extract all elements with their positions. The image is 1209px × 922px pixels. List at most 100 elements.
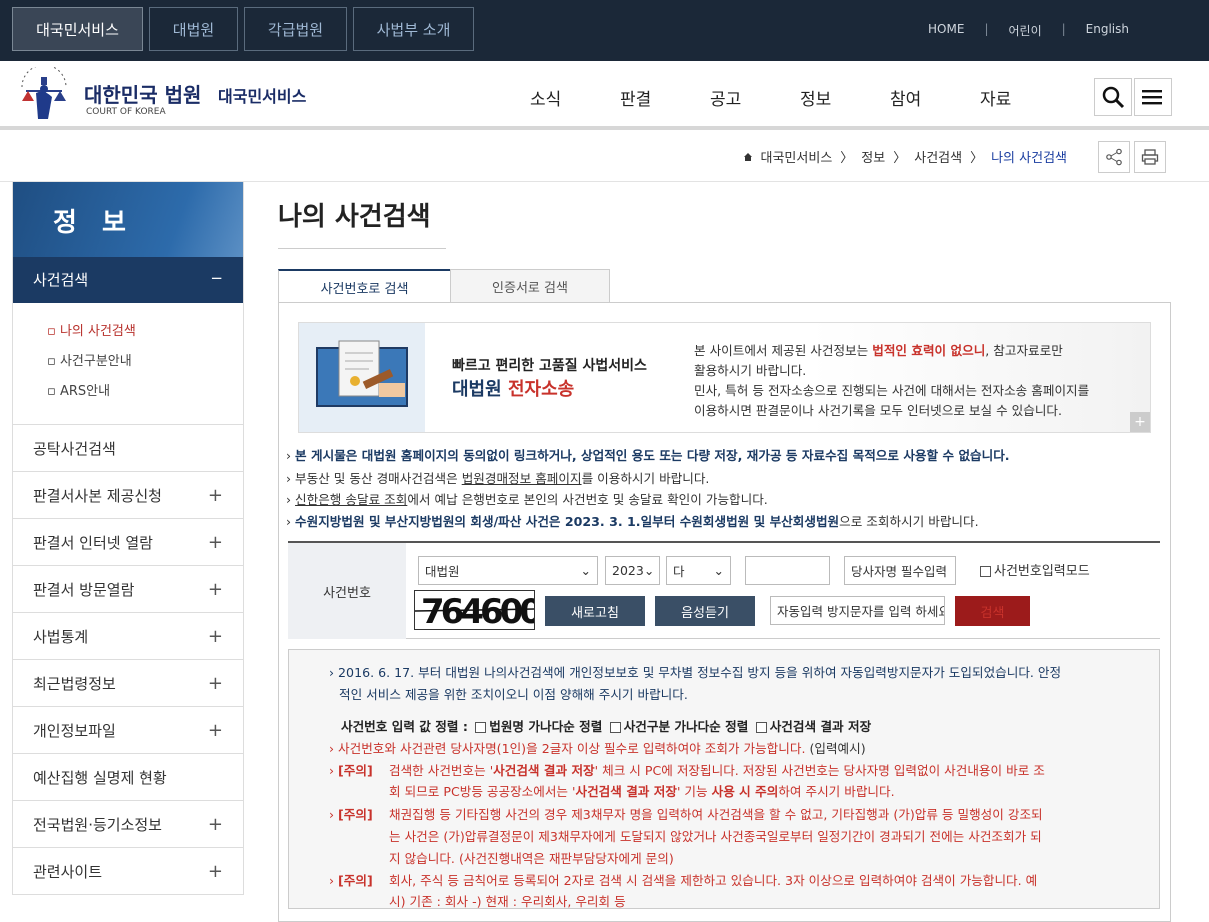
auction-link[interactable]: 법원경매정보 홈페이지 xyxy=(462,471,582,486)
gnb-participation[interactable]: 참여 xyxy=(890,85,921,110)
sidebar-title: 정 보 xyxy=(13,182,243,257)
e-litigation-banner[interactable]: 빠르고 편리한 고품질 사법서비스 대법원 전자소송 본 사이트에서 제공된 사… xyxy=(298,322,1151,433)
party-name-input[interactable]: 당사자명 필수입력 xyxy=(844,556,956,585)
site-header: 대한민국 법원 COURT OF KOREA 대국민서비스 소식 판결 공고 정… xyxy=(0,61,1209,130)
page-title: 나의 사건검색 xyxy=(278,202,431,232)
gnb-data[interactable]: 자료 xyxy=(980,85,1011,110)
chevron-right-icon: 〉 xyxy=(840,151,854,166)
print-icon xyxy=(1141,149,1159,165)
notice-line: › 수원지방법원 및 부산지방법원의 회생/파산 사건은 2023. 3. 1.… xyxy=(286,514,979,529)
notice-line: › 부동산 및 동산 경매사건검색은 법원경매정보 홈페이지를 이용하시기 바랍… xyxy=(286,471,710,486)
info-line: › 2016. 6. 17. 부터 대법원 나의사건검색에 개인정보보호 및 무… xyxy=(329,665,1062,680)
plus-icon: + xyxy=(207,860,223,882)
share-button[interactable] xyxy=(1098,141,1130,173)
captcha-image: 764600 xyxy=(414,590,535,630)
info-line: 적인 서비스 제공을 위한 조치이오니 이점 양해해 주시기 바랍니다. xyxy=(339,687,688,702)
caution-line: › [주의] xyxy=(329,807,373,822)
caution-text: 회사, 주식 등 금칙어로 등록되어 2자로 검색 시 검색을 제한하고 있습니… xyxy=(389,873,1038,888)
top-links: HOME | 어린이 | English xyxy=(908,22,1149,39)
submenu-my-case-search[interactable]: ▫ 나의 사건검색 xyxy=(47,317,243,347)
input-mode-checkbox[interactable]: 사건번호입력모드 xyxy=(977,560,1090,579)
sidebar-item-statistics[interactable]: 사법통계 + xyxy=(13,613,243,660)
sidebar-item-budget[interactable]: 예산집행 실명제 현황 xyxy=(13,754,243,801)
save-result-checkbox[interactable]: 사건검색 결과 저장 xyxy=(753,719,871,734)
chevron-down-icon: ⌄ xyxy=(643,563,655,578)
breadcrumb-item[interactable]: 정보 xyxy=(861,147,885,166)
submenu-ars-guide[interactable]: ▫ ARS안내 xyxy=(47,377,243,407)
court-emblem-icon[interactable] xyxy=(14,67,74,125)
checkbox-icon xyxy=(755,722,767,733)
sidebar-item-case-search[interactable]: 사건검색 − xyxy=(13,257,243,303)
case-type-select[interactable]: 다 ⌄ xyxy=(666,556,731,585)
caution-text: 채권집행 등 기타집행 사건의 경우 제3채무자 명을 입력하여 사건검색을 할… xyxy=(389,807,1043,822)
captcha-audio-button[interactable]: 음성듣기 xyxy=(655,596,755,626)
tab-about-judiciary[interactable]: 사법부 소개 xyxy=(353,7,474,51)
sidebar-item-label: 사건검색 xyxy=(33,271,89,289)
breadcrumb-current: 나의 사건검색 xyxy=(991,151,1067,166)
info-line: › 사건번호와 사건관련 당사자명(1인)을 2글자 이상 필수로 입력하여야 … xyxy=(329,741,866,756)
tab-certificate-search[interactable]: 인증서로 검색 xyxy=(450,269,610,303)
banner-headline: 빠르고 편리한 고품질 사법서비스 xyxy=(452,358,647,374)
shinhan-fee-link[interactable]: 신한은행 송달료 조회 xyxy=(295,492,407,507)
caution-text: 는 사건은 (가)압류결정문이 제3채무자에게 도달되지 않았거나 사건종국일로… xyxy=(389,829,1042,844)
tab-supreme-court[interactable]: 대법원 xyxy=(149,7,238,51)
submenu-case-type-guide[interactable]: ▫ 사건구분안내 xyxy=(47,347,243,377)
banner-more-button[interactable]: + xyxy=(1130,412,1150,432)
banner-description: 본 사이트에서 제공된 사건정보는 법적인 효력이 없으니, 참고자료로만 활용… xyxy=(694,343,1090,418)
breadcrumb-item[interactable]: 사건검색 xyxy=(914,147,962,166)
gnb-judgment[interactable]: 판결 xyxy=(620,85,651,110)
tab-courts[interactable]: 각급법원 xyxy=(244,7,347,51)
court-select[interactable]: 대법원 ⌄ xyxy=(418,556,598,585)
caution-text: 검색한 사건번호는 '사건검색 결과 저장' 체크 시 PC에 저장됩니다. 저… xyxy=(389,763,1045,778)
kids-link[interactable]: 어린이 xyxy=(988,22,1061,39)
plus-icon: + xyxy=(207,625,223,647)
banner-service: 대법원 전자소송 xyxy=(452,379,575,400)
caution-line: › [주의] xyxy=(329,873,373,888)
sidebar-item-judgment-online[interactable]: 판결서 인터넷 열람 + xyxy=(13,519,243,566)
case-number-input[interactable] xyxy=(745,556,830,585)
caution-text: 시) 기존 : 회사 -) 현재 : 우리회사, 우리회 등 xyxy=(389,894,626,909)
sidebar-item-privacy-file[interactable]: 개인정보파일 + xyxy=(13,707,243,754)
search-button[interactable] xyxy=(1094,78,1132,116)
sidebar-item-deposit[interactable]: 공탁사건검색 xyxy=(13,425,243,472)
tab-citizen-service[interactable]: 대국민서비스 xyxy=(12,7,143,51)
sidebar-item-court-info[interactable]: 전국법원·등기소정보 + xyxy=(13,801,243,848)
sidebar-item-judgment-visit[interactable]: 판결서 방문열람 + xyxy=(13,566,243,613)
home-link[interactable]: HOME xyxy=(908,22,984,39)
service-name[interactable]: 대국민서비스 xyxy=(218,83,306,107)
sidebar-item-related-sites[interactable]: 관련사이트 + xyxy=(13,848,243,895)
plus-icon: + xyxy=(207,719,223,741)
captcha-image: 764600 xyxy=(415,592,534,629)
notice-line: › 본 게시물은 대법원 홈페이지의 동의없이 링크하거나, 상업적인 용도 또… xyxy=(286,448,1010,463)
gnb-info[interactable]: 정보 xyxy=(800,85,831,110)
captcha-refresh-button[interactable]: 새로고침 xyxy=(545,596,645,626)
hamburger-icon xyxy=(1142,90,1162,105)
year-select[interactable]: 2023 ⌄ xyxy=(605,556,660,585)
chevron-right-icon: 〉 xyxy=(970,151,984,166)
sort-options: 사건번호 입력 값 정렬 : 법원명 가나다순 정렬 사건구분 가나다순 정렬 … xyxy=(341,719,872,734)
sidebar-item-judgment-copy[interactable]: 판결서사본 제공신청 + xyxy=(13,472,243,519)
tab-case-number-search[interactable]: 사건번호로 검색 xyxy=(278,269,451,303)
search-submit-button[interactable]: 검색 xyxy=(955,596,1030,626)
sort-type-checkbox[interactable]: 사건구분 가나다순 정렬 xyxy=(607,719,748,734)
gnb-news[interactable]: 소식 xyxy=(530,85,561,110)
sidebar-item-law-info[interactable]: 최근법령정보 + xyxy=(13,660,243,707)
english-link[interactable]: English xyxy=(1066,22,1149,39)
print-button[interactable] xyxy=(1134,141,1166,173)
plus-icon: + xyxy=(207,813,223,835)
plus-icon: + xyxy=(207,672,223,694)
logo-subtitle: COURT OF KOREA xyxy=(86,107,166,117)
breadcrumb-bar: 대국민서비스 〉 정보 〉 사건검색 〉 나의 사건검색 xyxy=(0,134,1209,182)
sort-court-checkbox[interactable]: 법원명 가나다순 정렬 xyxy=(472,719,602,734)
case-number-label: 사건번호 xyxy=(288,543,406,639)
captcha-input[interactable]: 자동입력 방지문자를 입력 하세요. xyxy=(770,596,945,625)
share-icon xyxy=(1106,148,1122,166)
gnb-notice[interactable]: 공고 xyxy=(710,85,741,110)
chevron-right-icon: 〉 xyxy=(893,151,907,166)
menu-button[interactable] xyxy=(1134,78,1172,116)
minus-icon: − xyxy=(210,269,223,287)
breadcrumb-item[interactable]: 대국민서비스 xyxy=(761,147,833,166)
logo-title[interactable]: 대한민국 법원 xyxy=(84,79,201,108)
checkbox-icon xyxy=(475,722,487,733)
plus-icon: + xyxy=(207,578,223,600)
